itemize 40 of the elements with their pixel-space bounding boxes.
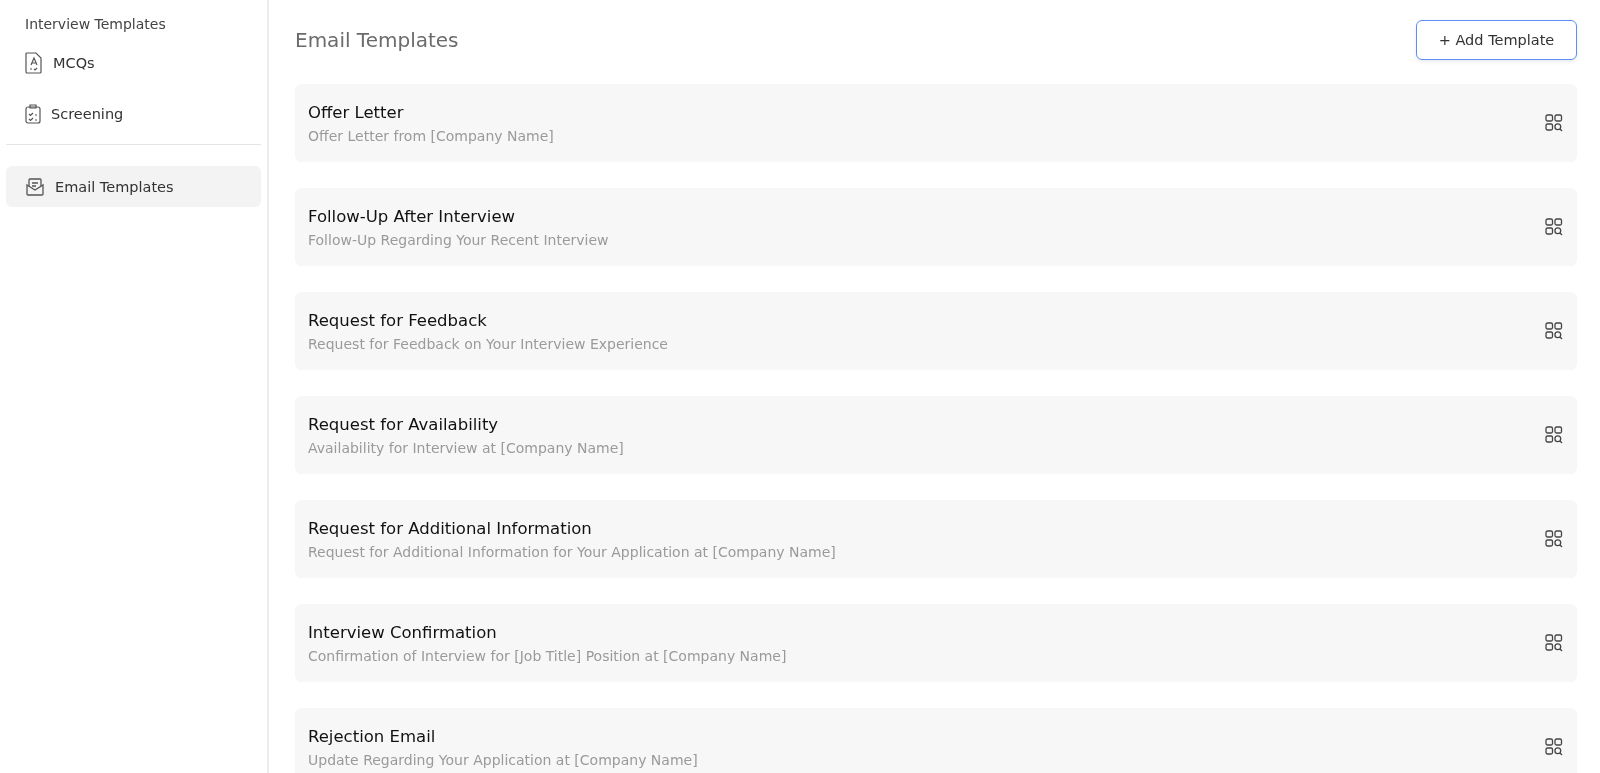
envelope-icon	[25, 176, 45, 197]
preview-icon[interactable]	[1545, 322, 1563, 340]
template-card[interactable]: Rejection Email Update Regarding Your Application at [Company Name]	[295, 708, 1577, 773]
clipboard-check-icon	[25, 103, 41, 124]
template-card[interactable]: Request for Availability Availability for Interview at [Company Name]	[295, 396, 1577, 474]
template-title: Request for Additional Information	[308, 518, 593, 538]
template-card[interactable]: Interview Confirmation Confirmation of Interview for [Job Title] Position at [Company Name]	[295, 604, 1577, 682]
page-title: Email Templates	[295, 28, 459, 52]
template-subject: Confirmation of Interview for [Job Title] Position at [Company Name]	[308, 647, 787, 664]
sidebar-item[interactable]: Email Templates	[6, 166, 261, 207]
template-subject: Follow-Up Regarding Your Recent Interview	[308, 231, 609, 248]
template-title: Interview Confirmation	[308, 622, 498, 642]
sidebar-item[interactable]: MCQs	[6, 42, 261, 83]
preview-icon[interactable]	[1545, 218, 1563, 236]
sidebar-item-label: MCQs	[53, 54, 95, 71]
template-subject: Offer Letter from [Company Name]	[308, 127, 554, 144]
template-subject: Request for Feedback on Your Interview Experience	[308, 335, 668, 352]
preview-icon[interactable]	[1545, 426, 1563, 444]
preview-icon[interactable]	[1545, 634, 1563, 652]
sidebar-heading: Interview Templates	[24, 15, 167, 34]
template-title: Request for Availability	[308, 414, 500, 434]
template-card[interactable]: Follow-Up After Interview Follow-Up Regarding Your Recent Interview	[295, 188, 1577, 266]
template-card[interactable]: Request for Feedback Request for Feedback on Your Interview Experience	[295, 292, 1577, 370]
template-subject: Update Regarding Your Application at [Company Name]	[308, 751, 698, 768]
template-subject: Availability for Interview at [Company Name]	[308, 439, 624, 456]
template-card[interactable]: Offer Letter Offer Letter from [Company Name]	[295, 84, 1577, 162]
template-title: Offer Letter	[308, 102, 405, 122]
template-title: Request for Feedback	[308, 310, 488, 330]
sidebar-item-label: Screening	[51, 105, 124, 122]
template-title: Follow-Up After Interview	[308, 206, 517, 226]
preview-icon[interactable]	[1545, 530, 1563, 548]
template-card[interactable]: Request for Additional Information Request for Additional Information for Your Application at [Company Name]	[295, 500, 1577, 578]
sidebar-item-label: Email Templates	[55, 178, 174, 195]
sidebar-item[interactable]: Screening	[6, 93, 261, 134]
template-title: Rejection Email	[308, 726, 437, 746]
add-template-button[interactable]: + Add Template	[1416, 20, 1577, 60]
preview-icon[interactable]	[1545, 738, 1563, 756]
document-icon	[25, 51, 43, 74]
preview-icon[interactable]	[1545, 114, 1563, 132]
template-subject: Request for Additional Information for Your Application at [Company Name]	[308, 543, 836, 560]
